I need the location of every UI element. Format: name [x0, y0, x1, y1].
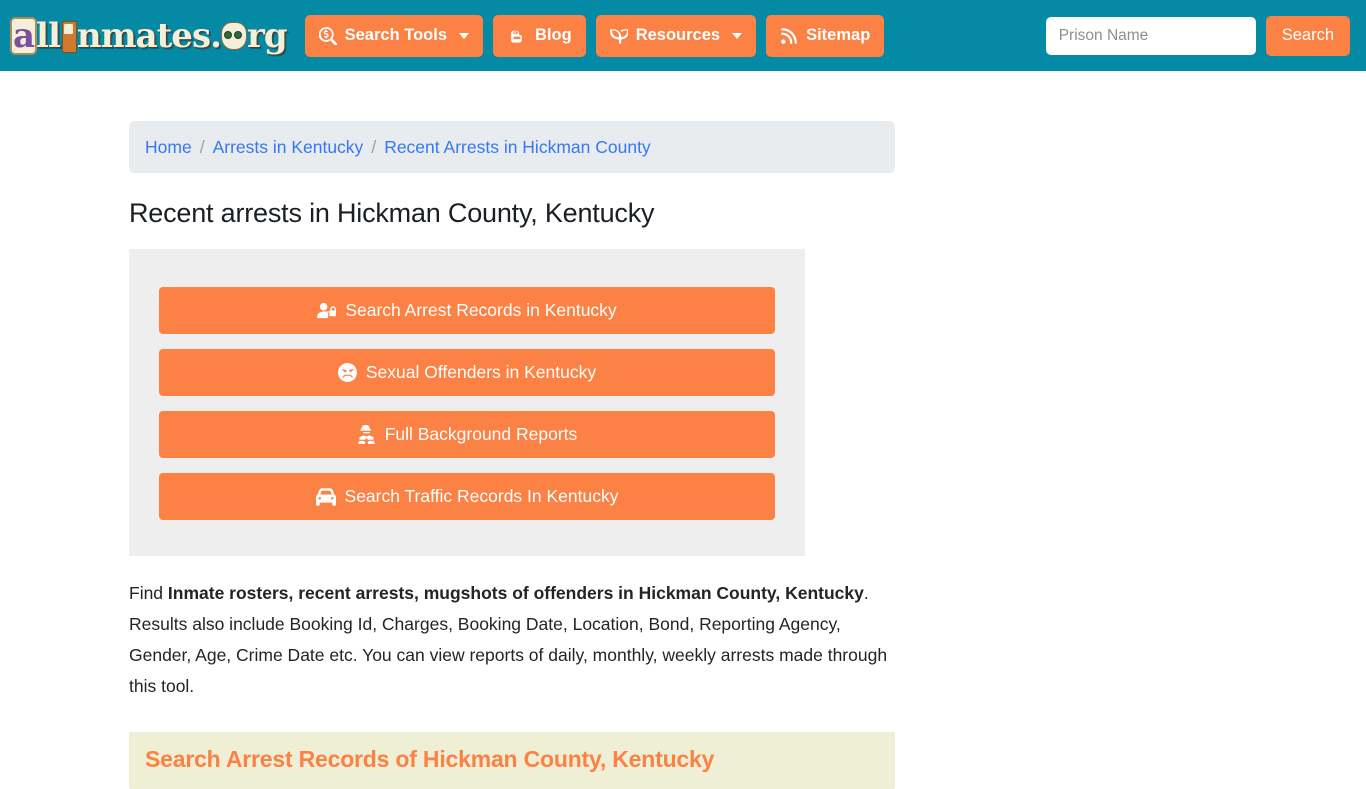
logo-dot: . [210, 15, 222, 56]
search-traffic-records-button[interactable]: Search Traffic Records In Kentucky [159, 473, 775, 520]
main-navigation: Search Tools Blog Resources Sitemap [304, 14, 885, 57]
full-background-reports-button[interactable]: Full Background Reports [159, 411, 775, 458]
action-button-label: Full Background Reports [384, 424, 578, 444]
breadcrumb-separator: / [371, 136, 377, 157]
chevron-down-icon [732, 32, 743, 39]
rss-feed-icon [780, 27, 798, 45]
logo-letters-rg: rg [246, 15, 288, 56]
logo-face-o-icon [220, 21, 247, 50]
nav-item-blog[interactable]: Blog [493, 14, 586, 57]
action-button-label: Search Traffic Records In Kentucky [344, 486, 619, 506]
action-button-label: Search Arrest Records in Kentucky [345, 300, 617, 320]
search-button[interactable]: Search [1265, 15, 1350, 56]
car-icon [315, 487, 336, 507]
content-container: Home / Arrests in Kentucky / Recent Arre… [129, 121, 895, 789]
nav-item-label: Search Tools [344, 26, 448, 44]
page-body: Home / Arrests in Kentucky / Recent Arre… [0, 121, 1366, 789]
nav-item-label: Blog [535, 26, 572, 44]
logo-wordmark: a ll nmates. rg [12, 15, 288, 56]
nav-item-resources[interactable]: Resources [595, 14, 757, 57]
description-bold: Inmate rosters, recent arrests, mugshots… [167, 583, 864, 603]
site-header: a ll nmates. rg Search Tools Blog Resources [0, 0, 1366, 71]
section-heading-banner: Search Arrest Records of Hickman County,… [129, 732, 895, 789]
page-description: Find Inmate rosters, recent arrests, mug… [129, 578, 901, 702]
action-button-label: Sexual Offenders in Kentucky [365, 362, 597, 382]
chevron-down-icon [459, 32, 470, 39]
user-lock-icon [317, 301, 337, 320]
page-title: Recent arrests in Hickman County, Kentuc… [129, 198, 655, 228]
site-logo[interactable]: a ll nmates. rg [12, 14, 288, 58]
description-part-1: Find [129, 583, 168, 603]
nav-item-label: Sitemap [806, 26, 871, 44]
user-secret-icon [357, 425, 376, 444]
nav-item-sitemap[interactable]: Sitemap [766, 14, 885, 57]
logo-inmate-icon [60, 19, 77, 53]
search-input[interactable] [1045, 16, 1256, 55]
search-arrest-records-button[interactable]: Search Arrest Records in Kentucky [159, 287, 775, 334]
logo-letter-a: a [12, 15, 35, 56]
logo-letters-ll: ll [36, 15, 61, 56]
seedling-icon [609, 27, 628, 45]
breadcrumb: Home / Arrests in Kentucky / Recent Arre… [129, 121, 895, 173]
section-heading: Search Arrest Records of Hickman County,… [145, 746, 715, 772]
breadcrumb-separator: / [199, 136, 205, 157]
logo-letters-nmates: nmates [76, 15, 211, 56]
angry-face-icon [337, 363, 357, 382]
breadcrumb-item-arrests-in-kentucky[interactable]: Arrests in Kentucky [213, 137, 364, 158]
action-buttons-panel: Search Arrest Records in Kentucky Sexual… [129, 249, 805, 556]
blogger-b-icon [507, 26, 527, 46]
header-search: Search [1045, 15, 1350, 56]
breadcrumb-item-current[interactable]: Recent Arrests in Hickman County [384, 137, 651, 158]
nav-item-search-tools[interactable]: Search Tools [304, 14, 484, 57]
breadcrumb-item-home[interactable]: Home [145, 137, 192, 158]
sexual-offenders-button[interactable]: Sexual Offenders in Kentucky [159, 349, 775, 396]
nav-item-label: Resources [635, 26, 721, 44]
search-dollar-icon [318, 26, 337, 45]
